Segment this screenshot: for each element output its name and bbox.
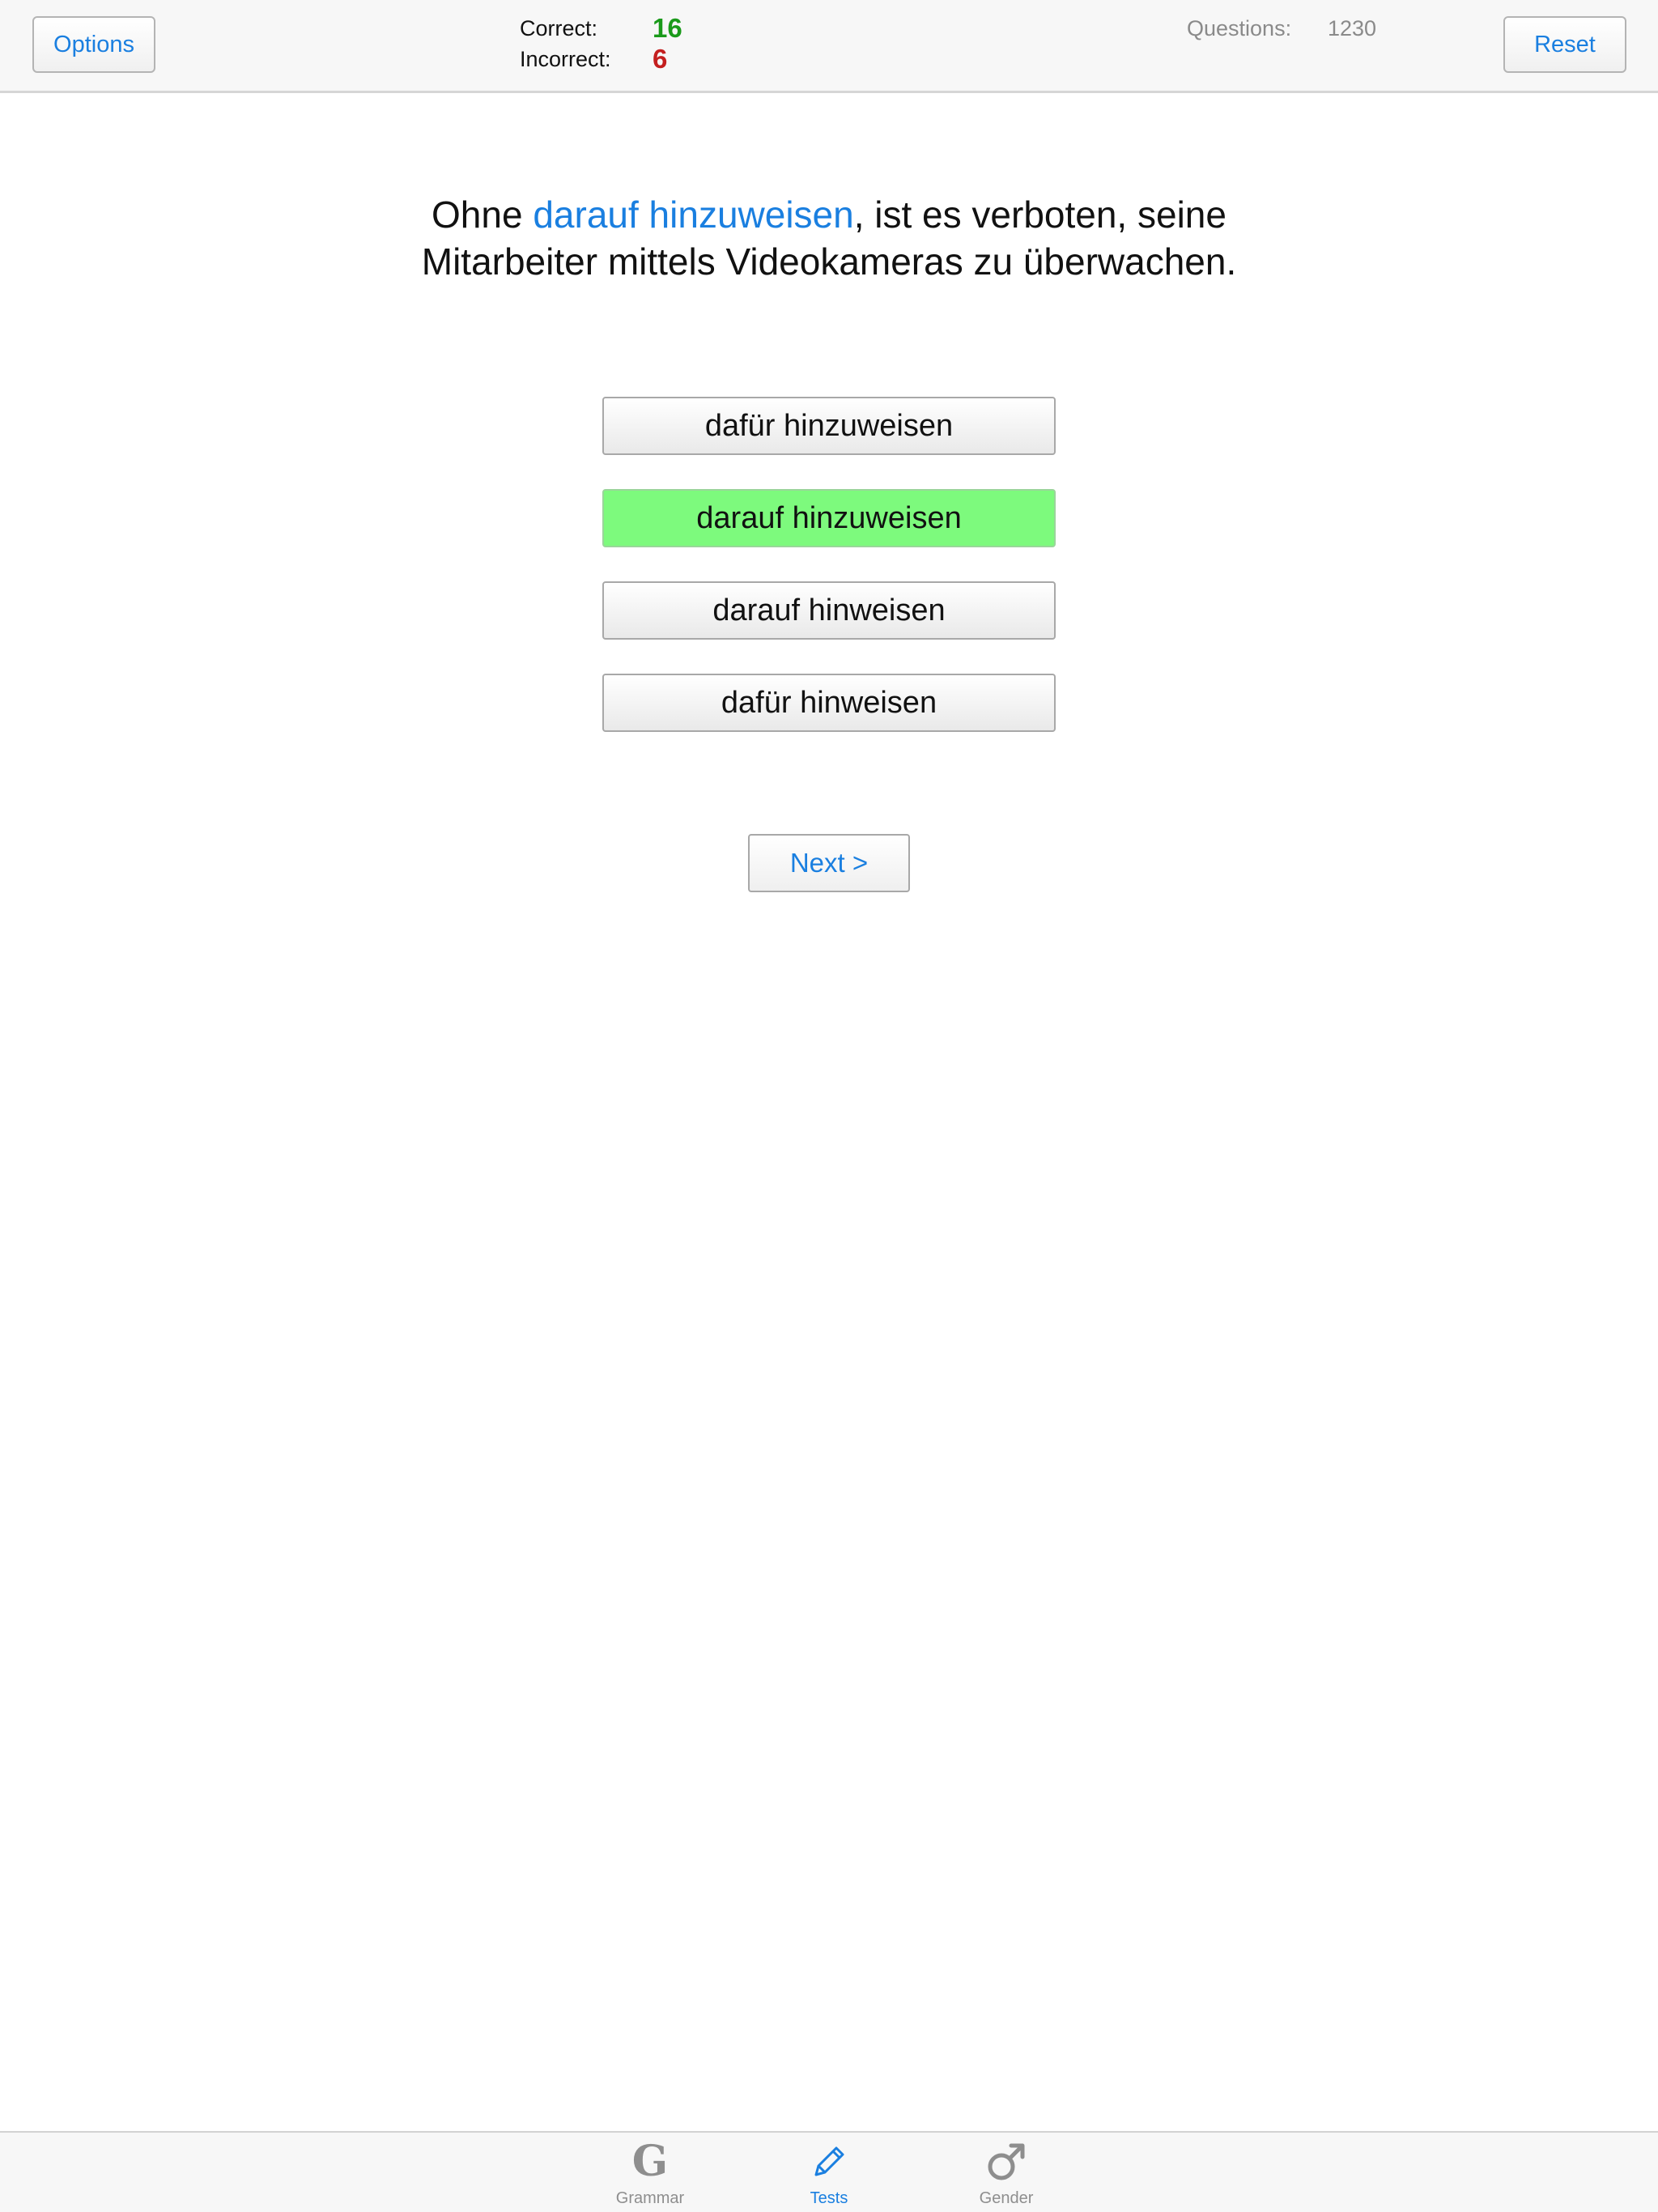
question-prefix: Ohne	[432, 194, 534, 236]
question-line-2: Mitarbeiter mittels Videokameras zu über…	[421, 240, 1237, 283]
question-line-1: Ohne darauf hinzuweisen, ist es verboten…	[262, 191, 1396, 238]
questions-count: 1230	[1328, 16, 1377, 40]
question-suffix: , ist es verboten, seine	[853, 194, 1226, 236]
reset-button[interactable]: Reset	[1503, 16, 1626, 73]
incorrect-count: 6	[653, 44, 668, 74]
answer-option-1[interactable]: dafür hinzuweisen	[602, 397, 1056, 455]
grammar-g-icon: G	[627, 2139, 673, 2184]
questions-label: Questions:	[1187, 16, 1292, 40]
tab-bar: G Grammar Tests Gender	[0, 2131, 1658, 2212]
pencil-icon	[806, 2139, 852, 2184]
options-button[interactable]: Options	[32, 16, 155, 73]
correct-count: 16	[653, 13, 682, 43]
answer-option-3[interactable]: darauf hinweisen	[602, 581, 1056, 640]
tab-gender-label: Gender	[979, 2189, 1034, 2207]
question-highlight: darauf hinzuweisen	[533, 194, 854, 236]
tab-grammar-label: Grammar	[615, 2189, 685, 2207]
tab-gender[interactable]: Gender	[942, 2133, 1071, 2212]
tab-grammar[interactable]: G Grammar	[585, 2133, 715, 2212]
top-bar: Options Correct: 16 Incorrect: 6 Questio…	[0, 0, 1658, 93]
next-button[interactable]: Next >	[748, 834, 910, 892]
app-window: Options Correct: 16 Incorrect: 6 Questio…	[0, 0, 1658, 2212]
male-symbol-icon	[984, 2139, 1029, 2184]
answer-option-2[interactable]: darauf hinzuweisen	[602, 489, 1056, 547]
question-text: Ohne darauf hinzuweisen, ist es verboten…	[262, 191, 1396, 285]
correct-label: Correct:	[520, 16, 598, 40]
answer-option-4[interactable]: dafür hinweisen	[602, 674, 1056, 732]
tab-tests[interactable]: Tests	[764, 2133, 894, 2212]
tab-tests-label: Tests	[810, 2189, 848, 2207]
grammar-glyph: G	[631, 2137, 669, 2186]
incorrect-label: Incorrect:	[520, 47, 611, 71]
